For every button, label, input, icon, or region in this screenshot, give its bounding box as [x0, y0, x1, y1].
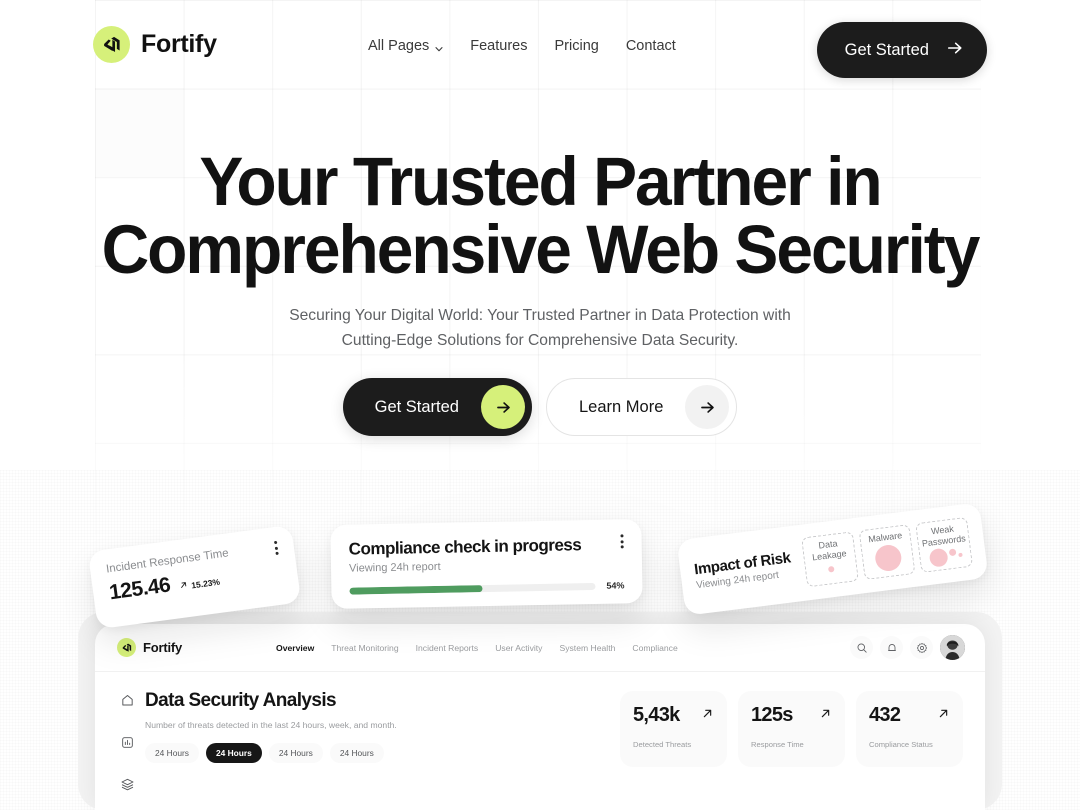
hero-learn-more-label: Learn More [579, 397, 664, 416]
user-avatar[interactable] [940, 635, 965, 660]
nav-item-contact[interactable]: Contact [626, 38, 676, 54]
arrow-up-right-icon [819, 707, 832, 725]
dashboard-nav: Overview Threat Monitoring Incident Repo… [276, 643, 678, 653]
dashboard-brand-name: Fortify [143, 640, 183, 655]
nav-label-all-pages: All Pages [368, 38, 430, 54]
arrow-right-icon [945, 38, 965, 63]
compliance-progress-fill [349, 584, 483, 595]
risk-bubble [873, 543, 903, 573]
risk-bubble [948, 548, 957, 557]
incident-response-delta-value: 15.23% [190, 576, 221, 590]
nav-item-pricing[interactable]: Pricing [555, 38, 599, 54]
hero-title-line-2: Comprehensive Web Security [101, 211, 981, 288]
risk-bubble [928, 547, 949, 568]
more-vertical-icon[interactable] [273, 540, 279, 556]
hero-subtitle: Securing Your Digital World: Your Truste… [289, 307, 791, 349]
gear-icon[interactable] [910, 636, 933, 659]
range-chip-3[interactable]: 24 Hours [268, 743, 323, 763]
stat-value: 5,43k [633, 704, 680, 726]
search-icon[interactable] [850, 636, 873, 659]
dashboard-actions [850, 635, 965, 660]
risk-cell-malware: Malware [858, 524, 916, 581]
risk-bubble [957, 552, 963, 558]
stat-card-compliance-status: 432 Compliance Status [856, 691, 963, 767]
bell-icon[interactable] [880, 636, 903, 659]
dashboard-stat-cards: 5,43k Detected Threats 125s Response Tim… [620, 690, 963, 792]
range-chip-2[interactable]: 24 Hours [205, 743, 262, 763]
dashboard-tab-user-activity[interactable]: User Activity [495, 643, 542, 653]
compliance-progress-label: 54% [606, 580, 625, 591]
arrow-up-right-icon [701, 707, 714, 725]
nav-label-contact: Contact [625, 38, 676, 54]
analytics-icon[interactable] [120, 735, 135, 750]
nav-item-all-pages[interactable]: All Pages [368, 38, 443, 54]
hero-button-group: Get Started Learn More [0, 378, 1080, 436]
header-get-started-button[interactable]: Get Started [816, 22, 987, 78]
dashboard-tab-compliance[interactable]: Compliance [632, 643, 677, 653]
dashboard-range-tabs: 24 Hours 24 Hours 24 Hours 24 Hours [145, 743, 602, 763]
dashboard-tab-incident-reports[interactable]: Incident Reports [416, 643, 479, 653]
layers-icon[interactable] [120, 777, 135, 792]
dashboard-topbar: Fortify Overview Threat Monitoring Incid… [95, 624, 985, 672]
stat-card-detected-threats: 5,43k Detected Threats [620, 691, 727, 767]
compliance-card-title: Compliance check in progress [348, 535, 582, 559]
compliance-check-card: Compliance check in progress Viewing 24h… [330, 519, 643, 609]
dashboard-tab-overview[interactable]: Overview [276, 643, 314, 653]
arrow-right-icon [685, 385, 730, 429]
dashboard-tab-threat-monitoring[interactable]: Threat Monitoring [331, 643, 398, 653]
risk-bubble-cluster [928, 546, 963, 568]
brand-name: Fortify [141, 30, 217, 58]
nav-item-features[interactable]: Features [470, 38, 527, 54]
risk-bubble [827, 565, 835, 573]
compliance-card-subtitle: Viewing 24h report [348, 560, 441, 575]
more-vertical-icon[interactable] [620, 534, 624, 549]
dashboard-heading: Data Security Analysis [145, 690, 337, 711]
hero-title-line-1: Your Trusted Partner in [199, 143, 882, 220]
risk-cell-data-leakage: Data Leakage [801, 531, 859, 588]
page-root: Fortify All Pages Features Pricing Conta… [0, 0, 1080, 810]
dashboard-body: Data Security Analysis Number of threats… [95, 672, 985, 792]
main-nav: All Pages Features Pricing Contact [368, 38, 676, 54]
risk-cell-weak-passwords: Weak Passwords [915, 516, 974, 573]
fortify-logo-icon [117, 638, 136, 657]
stat-value: 125s [751, 704, 793, 726]
dashboard-brand[interactable]: Fortify [117, 638, 182, 657]
risk-cell-label: Malware [867, 530, 903, 545]
dashboard-sidebar [109, 690, 145, 792]
dashboard-description: Number of threats detected in the last 2… [145, 720, 397, 730]
home-icon[interactable] [120, 693, 135, 708]
nav-label-pricing: Pricing [554, 38, 599, 54]
arrow-up-right-icon [179, 580, 189, 592]
range-chip-4[interactable]: 24 Hours [329, 743, 384, 763]
range-chip-1[interactable]: 24 Hours [145, 743, 199, 763]
stat-label: Compliance Status [869, 740, 933, 749]
stat-value: 432 [869, 704, 901, 726]
incident-response-delta: 15.23% [179, 576, 221, 592]
arrow-up-right-icon [937, 707, 950, 725]
brand-logo[interactable]: Fortify [93, 26, 217, 63]
stat-label: Detected Threats [633, 740, 692, 749]
incident-response-value: 125.46 [107, 573, 172, 605]
chevron-down-icon [434, 42, 443, 51]
dashboard-tab-system-health[interactable]: System Health [559, 643, 615, 653]
dashboard-preview: Fortify Overview Threat Monitoring Incid… [95, 624, 985, 810]
arrow-right-icon [481, 385, 525, 429]
impact-of-risk-card: Impact of Risk Viewing 24h report Data L… [676, 502, 989, 616]
hero-get-started-label: Get Started [374, 397, 459, 416]
hero-learn-more-button[interactable]: Learn More [546, 378, 738, 436]
header-get-started-label: Get Started [844, 40, 929, 59]
fortify-logo-icon [93, 26, 130, 63]
stat-card-response-time: 125s Response Time [738, 691, 845, 767]
hero-get-started-button[interactable]: Get Started [342, 378, 532, 436]
page-title: Your Trusted Partner in Comprehensive We… [24, 147, 1055, 284]
stat-label: Response Time [751, 740, 804, 749]
compliance-progress-bar [349, 582, 596, 595]
nav-label-features: Features [470, 38, 528, 54]
risk-cell-label: Data Leakage [811, 538, 848, 563]
site-header: Fortify All Pages Features Pricing Conta… [0, 0, 1080, 100]
